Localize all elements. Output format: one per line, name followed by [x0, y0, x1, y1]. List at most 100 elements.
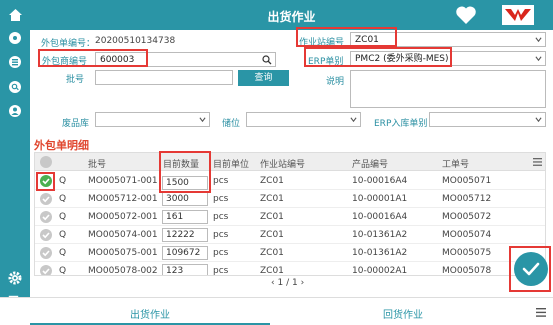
row-station: ZC01 — [260, 176, 284, 186]
row-product: 10-01361A2 — [352, 248, 408, 258]
note-label: 说明 — [326, 77, 345, 87]
row-q: Q — [59, 212, 67, 222]
row-batch: MO005075-001 — [88, 248, 158, 258]
row-station: ZC01 — [260, 194, 284, 204]
detail-table: 批号 目前数量 目前单位 作业站编号 产品编号 工单号 Q MO005071-0… — [34, 152, 546, 276]
chevron-down-icon — [350, 117, 357, 123]
table-row[interactable]: Q MO005712-001 3000 pcs ZC01 10-00001A1 … — [35, 191, 545, 208]
row-q: Q — [59, 194, 67, 204]
table-row[interactable]: Q MO005074-001 12222 pcs ZC01 10-01361A2… — [35, 227, 545, 244]
user-icon[interactable] — [5, 101, 25, 121]
tab-ship[interactable]: 出货作业 — [130, 306, 170, 321]
page-indicator: 1 / 1 — [277, 278, 298, 288]
search-doc-icon[interactable] — [5, 77, 25, 97]
batch-input[interactable] — [95, 70, 233, 85]
highlight-vendor — [38, 49, 148, 67]
gear-icon[interactable] — [5, 268, 25, 288]
row-order: MO005074 — [442, 230, 492, 240]
row-unit: pcs — [213, 194, 229, 204]
row-station: ZC01 — [260, 212, 284, 222]
row-checkbox[interactable] — [40, 193, 52, 205]
note-textarea[interactable] — [350, 70, 546, 108]
row-station: ZC01 — [260, 266, 284, 276]
next-page-icon[interactable]: › — [301, 278, 305, 288]
row-batch: MO005071-001 — [88, 176, 158, 186]
row-order: MO005075 — [442, 248, 492, 258]
qty-input[interactable]: 12222 — [162, 228, 208, 242]
heart-icon[interactable] — [455, 5, 477, 25]
row-batch: MO005712-001 — [88, 194, 158, 204]
pagination: ‹ 1 / 1 › — [271, 278, 304, 288]
row-checkbox[interactable] — [40, 211, 52, 223]
qty-input[interactable]: 161 — [162, 210, 208, 224]
slot-label: 储位 — [222, 119, 241, 129]
row-batch: MO005078-002 — [88, 266, 158, 276]
row-q: Q — [59, 176, 67, 186]
row-checkbox[interactable] — [40, 247, 52, 259]
row-unit: pcs — [213, 230, 229, 240]
table-row[interactable]: Q MO005071-001 1500 pcs ZC01 10-00016A4 … — [35, 173, 545, 190]
qty-input[interactable]: 123 — [162, 264, 208, 275]
row-product: 10-01361A2 — [352, 230, 408, 240]
search-button[interactable]: 查询 — [238, 70, 289, 86]
erp-in-type-label: ERP入库单别 — [374, 119, 428, 129]
list-icon[interactable] — [5, 52, 25, 72]
section-title: 外包单明细 — [34, 139, 89, 152]
highlight-checkbox — [36, 172, 55, 191]
table-row[interactable]: Q MO005078-002 123 pcs ZC01 10-00002A1 M… — [35, 263, 545, 276]
highlight-erp-type — [304, 47, 452, 67]
row-unit: pcs — [213, 248, 229, 258]
row-order: MO005712 — [442, 194, 492, 204]
col-unit[interactable]: 目前单位 — [213, 157, 249, 170]
highlight-fab — [509, 246, 551, 292]
row-station: ZC01 — [260, 248, 284, 258]
logo-icon — [496, 4, 540, 26]
search-icon[interactable] — [262, 55, 272, 65]
row-q: Q — [59, 248, 67, 258]
row-station: ZC01 — [260, 230, 284, 240]
row-checkbox[interactable] — [40, 265, 52, 275]
prev-page-icon[interactable]: ‹ — [271, 278, 275, 288]
chevron-down-icon — [535, 117, 542, 123]
row-order: MO005078 — [442, 266, 492, 276]
row-order: MO005072 — [442, 212, 492, 222]
row-batch: MO005074-001 — [88, 230, 158, 240]
menu-icon[interactable] — [536, 308, 546, 317]
wb-number-label: 外包单编号： — [41, 39, 96, 49]
dashboard-icon[interactable] — [5, 28, 25, 48]
erp-in-type-select[interactable] — [429, 112, 546, 127]
scrap-warehouse-select[interactable] — [95, 112, 210, 127]
chevron-down-icon — [199, 117, 206, 123]
row-unit: pcs — [213, 266, 229, 276]
batch-label: 批号 — [66, 75, 85, 85]
row-product: 10-00016A4 — [352, 176, 408, 186]
wb-number-value: 20200510134738 — [95, 36, 176, 46]
row-unit: pcs — [213, 176, 229, 186]
row-checkbox[interactable] — [40, 229, 52, 241]
bottom-tabs: 出货作业 回货作业 — [0, 297, 553, 325]
row-order: MO005071 — [442, 176, 492, 186]
row-batch: MO005072-001 — [88, 212, 158, 222]
table-row[interactable]: Q MO005075-001 109672 pcs ZC01 10-01361A… — [35, 245, 545, 262]
table-row[interactable]: Q MO005072-001 161 pcs ZC01 10-00016A4 M… — [35, 209, 545, 226]
col-batch[interactable]: 批号 — [88, 157, 106, 170]
tab-return[interactable]: 回货作业 — [383, 306, 423, 321]
highlight-qty — [159, 151, 211, 193]
row-q: Q — [59, 266, 67, 276]
sidebar — [0, 0, 30, 325]
home-icon[interactable] — [5, 5, 25, 25]
table-header: 批号 目前数量 目前单位 作业站编号 产品编号 工单号 — [35, 153, 545, 171]
col-order[interactable]: 工单号 — [442, 157, 469, 170]
top-bar: 出货作业 — [30, 0, 553, 30]
app-root: 出货作业 外包单编号： 20200510134738 作业站编号 ZC01 外包… — [0, 0, 553, 325]
row-product: 10-00016A4 — [352, 212, 408, 222]
qty-input[interactable]: 109672 — [162, 246, 208, 260]
scrap-warehouse-label: 废品库 — [62, 119, 90, 129]
slot-select[interactable] — [246, 112, 361, 127]
row-q: Q — [59, 230, 67, 240]
column-menu-icon[interactable] — [533, 158, 542, 166]
select-all-checkbox[interactable] — [40, 156, 52, 168]
col-station[interactable]: 作业站编号 — [260, 157, 305, 170]
col-product[interactable]: 产品编号 — [352, 157, 388, 170]
qty-input[interactable]: 3000 — [162, 192, 208, 206]
